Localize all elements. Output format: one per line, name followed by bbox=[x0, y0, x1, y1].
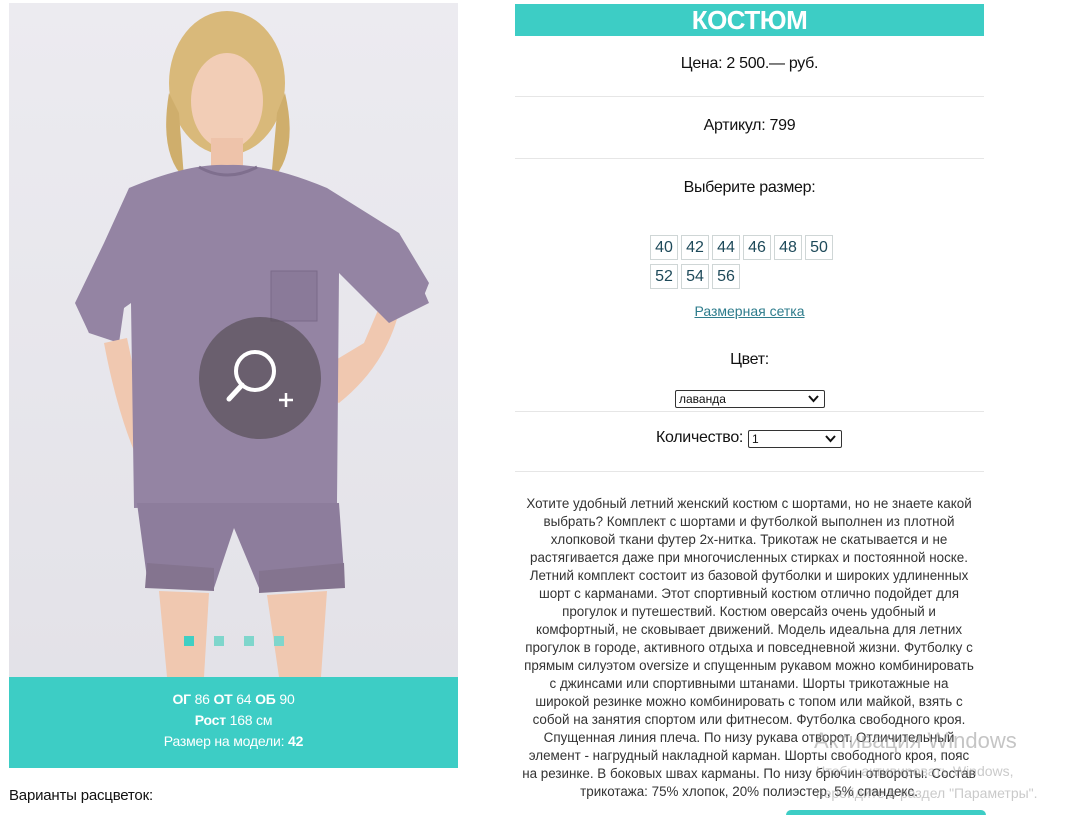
color-select[interactable]: лаванда bbox=[675, 390, 825, 408]
product-description: Хотите удобный летний женский костюм с ш… bbox=[522, 496, 976, 799]
ob-value: 90 bbox=[279, 691, 295, 707]
quantity-select[interactable]: 1 bbox=[748, 430, 842, 448]
divider bbox=[515, 158, 984, 159]
model-measurements-line1: ОГ 86 ОТ 64 ОБ 90 bbox=[9, 689, 458, 710]
size-selector: 40 42 44 46 48 50 52 54 56 bbox=[650, 235, 840, 293]
size-option-44[interactable]: 44 bbox=[712, 235, 740, 260]
size-option-50[interactable]: 50 bbox=[805, 235, 833, 260]
divider bbox=[515, 411, 984, 412]
gallery-dot-3[interactable] bbox=[244, 636, 254, 646]
height-label: Рост bbox=[194, 712, 226, 728]
size-option-54[interactable]: 54 bbox=[681, 264, 709, 289]
color-select-value: лаванда bbox=[679, 392, 726, 406]
og-value: 86 bbox=[194, 691, 210, 707]
size-option-52[interactable]: 52 bbox=[650, 264, 678, 289]
zoom-button[interactable] bbox=[199, 317, 321, 439]
model-measurements: ОГ 86 ОТ 64 ОБ 90 Рост 168 см Размер на … bbox=[9, 677, 458, 768]
height-value: 168 см bbox=[229, 712, 273, 728]
divider bbox=[515, 96, 984, 97]
ob-label: ОБ bbox=[255, 691, 276, 707]
product-gallery bbox=[9, 3, 458, 677]
quantity-select-value: 1 bbox=[752, 432, 759, 446]
color-label: Цвет: bbox=[730, 351, 769, 368]
model-size-label: Размер на модели: bbox=[163, 733, 285, 749]
chevron-down-icon bbox=[825, 435, 836, 443]
zoom-in-icon bbox=[226, 350, 293, 407]
ot-value: 64 bbox=[236, 691, 252, 707]
size-option-56[interactable]: 56 bbox=[712, 264, 740, 289]
gallery-dots bbox=[184, 636, 284, 646]
chevron-down-icon bbox=[808, 395, 819, 403]
model-size-line: Размер на модели: 42 bbox=[9, 731, 458, 752]
choose-size-label: Выберите размер: bbox=[683, 179, 816, 196]
add-to-cart-button[interactable] bbox=[786, 810, 986, 815]
product-sku: Артикул: 799 bbox=[703, 117, 796, 134]
size-option-42[interactable]: 42 bbox=[681, 235, 709, 260]
size-option-48[interactable]: 48 bbox=[774, 235, 802, 260]
quantity-label: Количество: bbox=[656, 429, 744, 446]
gallery-dot-1[interactable] bbox=[184, 636, 194, 646]
color-variants-title: Варианты расцветок: bbox=[9, 787, 153, 804]
model-size-value: 42 bbox=[288, 733, 304, 749]
gallery-dot-4[interactable] bbox=[274, 636, 284, 646]
product-price: Цена: 2 500.— руб. bbox=[680, 55, 819, 72]
size-option-40[interactable]: 40 bbox=[650, 235, 678, 260]
og-label: ОГ bbox=[172, 691, 191, 707]
divider bbox=[515, 471, 984, 472]
size-row: 52 54 56 bbox=[650, 264, 840, 289]
model-height-line: Рост 168 см bbox=[9, 710, 458, 731]
size-chart-link[interactable]: Размерная сетка bbox=[515, 303, 984, 319]
size-row: 40 42 44 46 48 50 bbox=[650, 235, 840, 260]
size-option-46[interactable]: 46 bbox=[743, 235, 771, 260]
product-title: КОСТЮМ bbox=[515, 4, 984, 36]
ot-label: ОТ bbox=[213, 691, 233, 707]
gallery-dot-2[interactable] bbox=[214, 636, 224, 646]
